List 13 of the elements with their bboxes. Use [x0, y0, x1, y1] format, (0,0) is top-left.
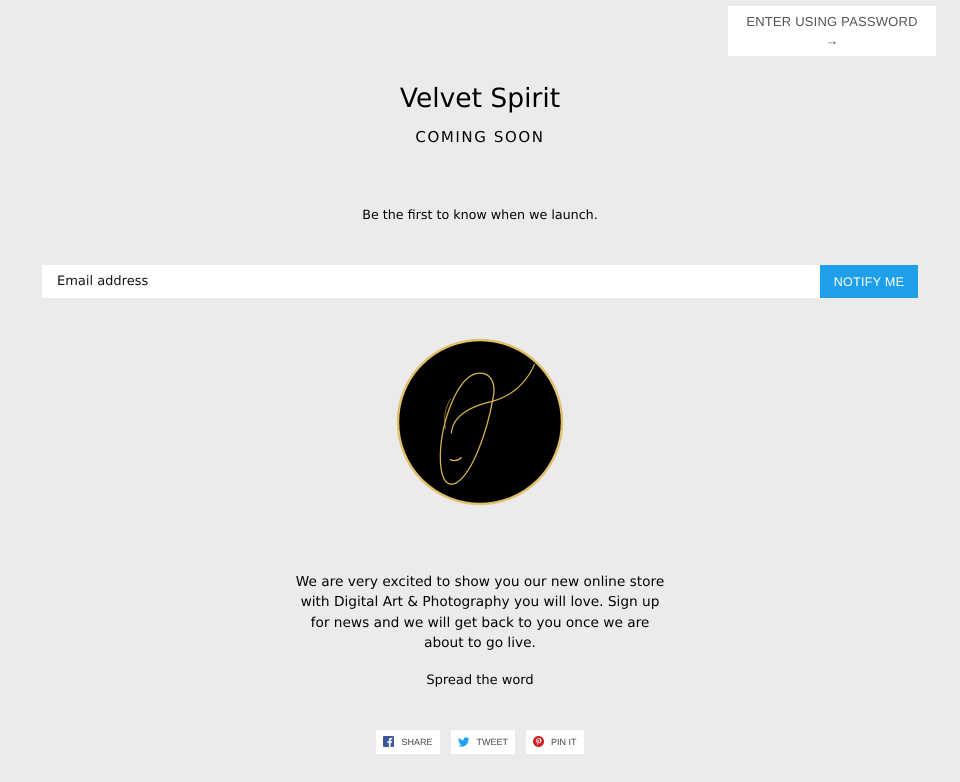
- coming-soon-heading: COMING SOON: [415, 127, 545, 147]
- store-description-text: We are very excited to show you our new online store with Digital Art & Photography you will love. Sign up for news and we will get back to you once we are about to go live.: [294, 573, 666, 654]
- pinterest-icon: [533, 736, 544, 748]
- signup-intro-text: Be the first to know when we launch.: [362, 206, 598, 224]
- share-button[interactable]: TWEET: [450, 730, 515, 754]
- enter-password-button[interactable]: ENTER USING PASSWORD →: [728, 6, 936, 56]
- bird-icon: [458, 736, 470, 747]
- facebook-icon: [383, 736, 394, 748]
- email-input-field[interactable]: Email address: [42, 265, 820, 298]
- store-title: Velvet Spirit: [400, 82, 560, 116]
- share-button[interactable]: PIN IT: [526, 730, 584, 754]
- spread-the-word-text: Spread the word: [426, 672, 534, 690]
- share-button[interactable]: SHARE: [376, 730, 440, 754]
